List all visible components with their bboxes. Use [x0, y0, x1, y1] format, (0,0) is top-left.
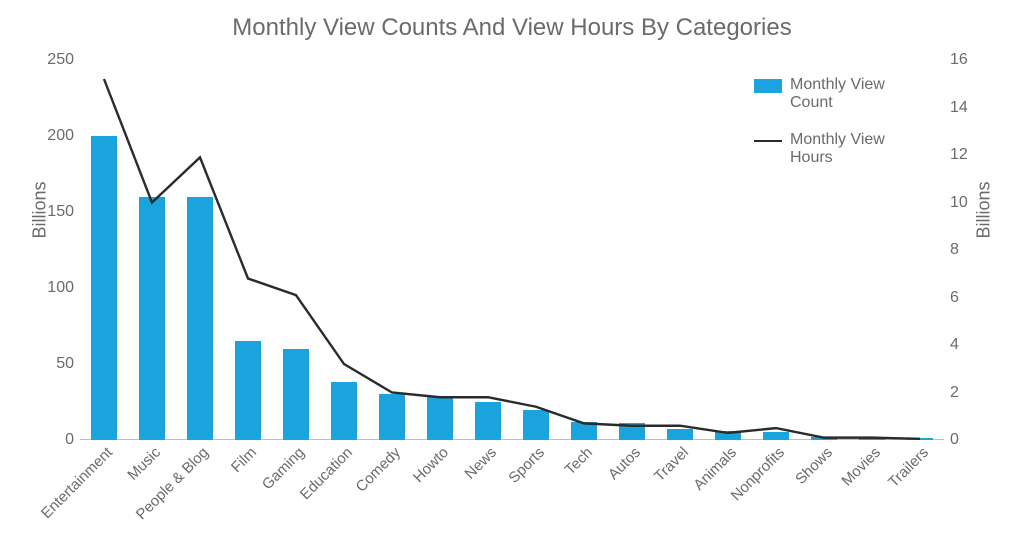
x-category-label: Tech — [562, 444, 596, 478]
x-category-label: Howto — [410, 444, 452, 486]
y-right-tick: 0 — [950, 431, 959, 449]
y-right-tick: 16 — [950, 51, 968, 69]
y-left-tick: 150 — [47, 203, 74, 221]
y-left-tick: 250 — [47, 51, 74, 69]
x-category-label: Comedy — [353, 444, 405, 496]
legend-item-count: Monthly View Count — [754, 76, 924, 113]
y-right-tick: 2 — [950, 384, 959, 402]
y-right-tick: 4 — [950, 336, 959, 354]
x-category-label: Sports — [505, 444, 548, 487]
chart-container: Monthly View Counts And View Hours By Ca… — [0, 0, 1024, 545]
x-category-label: Music — [124, 444, 164, 484]
y-right-tick: 12 — [950, 146, 968, 164]
x-category-label: Autos — [605, 444, 644, 483]
y-left-tick: 0 — [65, 431, 74, 449]
y-left-tick: 200 — [47, 127, 74, 145]
x-category-label: Movies — [838, 444, 884, 490]
x-category-label: Entertainment — [38, 444, 116, 522]
y-right-tick: 14 — [950, 99, 968, 117]
legend-swatch-bar-icon — [754, 79, 782, 93]
x-axis-labels: EntertainmentMusicPeople & BlogFilmGamin… — [80, 440, 944, 545]
legend-label-count: Monthly View Count — [790, 76, 924, 113]
y-right-tick: 8 — [950, 241, 959, 259]
x-category-label: Shows — [792, 444, 836, 488]
x-category-label: Film — [228, 444, 260, 476]
x-category-label: Trailers — [885, 444, 932, 491]
legend-item-hours: Monthly View Hours — [754, 131, 924, 168]
y-right-tick: 10 — [950, 194, 968, 212]
y-right-axis-label: Billions — [974, 181, 995, 238]
x-category-label: Travel — [651, 444, 692, 485]
y-left-tick: 50 — [56, 355, 74, 373]
legend-label-hours: Monthly View Hours — [790, 131, 924, 168]
chart-title: Monthly View Counts And View Hours By Ca… — [0, 14, 1024, 42]
y-left-tick: 100 — [47, 279, 74, 297]
y-right-tick: 6 — [950, 289, 959, 307]
legend-swatch-line-icon — [754, 134, 782, 148]
legend: Monthly View Count Monthly View Hours — [754, 76, 924, 186]
x-category-label: News — [461, 444, 500, 483]
